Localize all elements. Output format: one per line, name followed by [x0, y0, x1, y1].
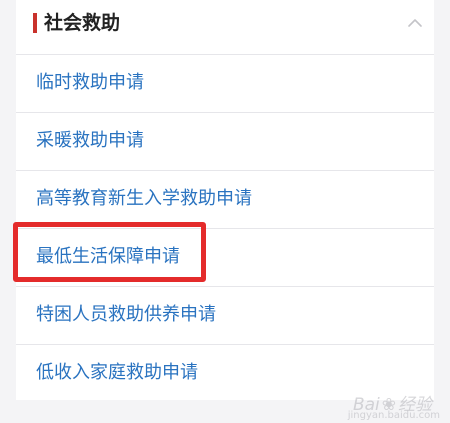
- accent-bar: [33, 13, 37, 33]
- list-item-label: 采暖救助申请: [36, 130, 144, 151]
- list-item-temporary-assistance[interactable]: 临时救助申请: [16, 55, 434, 113]
- list-item-label: 特困人员救助供养申请: [36, 304, 216, 325]
- chevron-up-icon[interactable]: [406, 14, 424, 32]
- list-item-freshman-assistance[interactable]: 高等教育新生入学救助申请: [16, 171, 434, 229]
- highlight-annotation-box: [13, 222, 206, 282]
- list-item-label: 低收入家庭救助申请: [36, 362, 198, 383]
- watermark-url: jingyan.baidu.com: [347, 410, 440, 421]
- social-assistance-panel: 社会救助 临时救助申请 采暖救助申请 高等教育新生入学救助申请 最低生活保障申请…: [16, 0, 434, 400]
- section-header[interactable]: 社会救助: [16, 0, 434, 55]
- list-item-label: 临时救助申请: [36, 72, 144, 93]
- list-item-extreme-poverty-support[interactable]: 特困人员救助供养申请: [16, 287, 434, 345]
- section-title: 社会救助: [44, 12, 121, 34]
- list-item-heating-assistance[interactable]: 采暖救助申请: [16, 113, 434, 171]
- list-item-label: 高等教育新生入学救助申请: [36, 188, 252, 209]
